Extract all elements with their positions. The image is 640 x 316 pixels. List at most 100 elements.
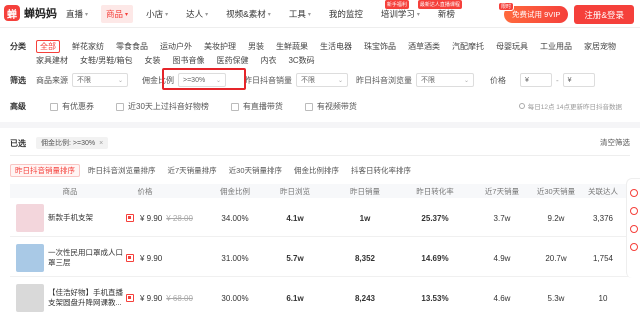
views-cell: 6.1w <box>286 293 304 303</box>
price-min-input[interactable]: ¥ <box>520 73 552 87</box>
chevron-down-icon: ⌄ <box>463 77 469 84</box>
category-item[interactable]: 图书音像 <box>172 55 204 66</box>
category-item[interactable]: 内衣 <box>260 55 276 66</box>
commission-highlight <box>162 68 246 90</box>
sort-tab-conversion[interactable]: 抖客日转化率排序 <box>347 164 415 177</box>
store-icon[interactable] <box>126 294 134 302</box>
close-icon[interactable]: × <box>99 140 103 147</box>
category-item[interactable]: 3C数码 <box>288 55 314 66</box>
category-item[interactable]: 母婴玩具 <box>496 41 528 52</box>
sort-tab-commission[interactable]: 佣金比例排序 <box>290 164 343 177</box>
views-cell: 4.1w <box>286 213 304 223</box>
sort-tab-yesterday-views[interactable]: 昨日抖音浏览量排序 <box>84 164 160 177</box>
sort-tab-30day-sales[interactable]: 近30天销量排序 <box>225 164 286 177</box>
product-name[interactable]: 一次性民用口罩成人口罩三层 <box>48 239 128 277</box>
table-row[interactable]: 【佳浩好物】手机直播支架圆盘升降网课教... ¥ 9.90 ¥ 68.00 30… <box>10 279 630 316</box>
nav-shops[interactable]: 小店 ▾ <box>146 8 168 20</box>
sort-tabs: 昨日抖音销量排序 昨日抖音浏览量排序 近7天销量排序 近30天销量排序 佣金比例… <box>10 164 419 177</box>
nav-rankings[interactable]: 最新达人直播课程 新榜 <box>417 0 462 20</box>
category-item[interactable]: 医药保健 <box>216 55 248 66</box>
coupon-checkbox[interactable]: 有优惠券 <box>50 101 94 112</box>
header-views[interactable]: 昨日浏览 <box>265 186 325 197</box>
header-creators[interactable]: 关联达人 <box>576 186 630 197</box>
category-item[interactable]: 珠宝饰品 <box>364 41 396 52</box>
live-checkbox[interactable]: 有直播带货 <box>230 101 283 112</box>
header-price: 价格 <box>137 186 153 196</box>
advanced-label: 高级 <box>10 102 26 111</box>
source-select[interactable]: 不限 ⌄ <box>72 73 128 87</box>
commission-filter-chip[interactable]: 佣金比例: >=30% × <box>36 137 109 149</box>
chevron-down-icon: ▾ <box>85 11 89 18</box>
chevron-down-icon: ▾ <box>307 11 311 18</box>
clear-filters-link[interactable]: 清空筛选 <box>600 137 630 148</box>
store-icon[interactable] <box>126 214 134 222</box>
category-item[interactable]: 男装 <box>248 41 264 52</box>
product-name[interactable]: 新款手机支架 <box>48 199 128 237</box>
qrcode-icon[interactable] <box>629 225 638 233</box>
price-max-input[interactable]: ¥ <box>562 73 595 87</box>
table-row[interactable]: 一次性民用口罩成人口罩三层 ¥ 9.90 31.00% 5.7w 8,352 1… <box>10 239 630 277</box>
nav-videos[interactable]: 视频&素材 ▾ <box>226 8 271 20</box>
sort-tab-7day-sales[interactable]: 近7天销量排序 <box>164 164 221 177</box>
nav-monitor[interactable]: 我的监控 <box>329 8 363 20</box>
category-item[interactable]: 鲜花家纺 <box>72 41 104 52</box>
store-icon[interactable] <box>126 254 134 262</box>
info-icon <box>518 103 525 109</box>
checkbox-icon <box>116 102 124 111</box>
ranklist-checkbox[interactable]: 近30天上过抖音好物榜 <box>116 101 209 112</box>
nav-products[interactable]: 商品 ▾ <box>101 5 134 23</box>
price-cell: ¥ 9.90 <box>126 239 206 277</box>
yesterday-views-select[interactable]: 不限 ⌄ <box>416 73 474 87</box>
category-item[interactable]: 酒草酒类 <box>408 41 440 52</box>
divider <box>0 122 640 128</box>
chat-icon[interactable] <box>629 189 638 197</box>
phone-icon[interactable] <box>629 207 638 215</box>
creators-cell: 1,754 <box>592 253 614 263</box>
top-nav: 蝉 蝉妈妈 直播 ▾ 商品 ▾ 小店 ▾ 达人 ▾ 视频&素材 ▾ 工具 ▾ 我的监控 新手… <box>0 0 640 28</box>
sort-tab-yesterday-sales[interactable]: 昨日抖音销量排序 <box>10 164 80 177</box>
price-cell: ¥ 9.90 ¥ 28.00 <box>126 199 206 237</box>
product-name[interactable]: 【佳浩好物】手机直播支架圆盘升降网课教... <box>48 279 128 316</box>
help-icon[interactable] <box>629 243 638 251</box>
logo-text: 蝉妈妈 <box>24 8 57 20</box>
table-row[interactable]: 新款手机支架 ¥ 9.90 ¥ 28.00 34.00% 4.1w 1w 25.… <box>10 199 630 237</box>
category-item[interactable]: 美妆护理 <box>204 41 236 52</box>
nav-training[interactable]: 新手福利 培训学习 ▾ <box>381 0 420 20</box>
product-thumbnail[interactable] <box>16 204 44 232</box>
selected-row: 已选 佣金比例: >=30% × <box>10 137 109 149</box>
video-checkbox[interactable]: 有视频带货 <box>304 101 357 112</box>
category-item[interactable]: 家居宠物 <box>584 41 616 52</box>
header-sales[interactable]: 昨日销量 <box>335 186 395 197</box>
category-all[interactable]: 全部 <box>36 40 60 53</box>
free-trial-button[interactable]: 限时 免费试用 9VIP <box>497 2 569 23</box>
category-item[interactable]: 女鞋/男鞋/箱包 <box>80 55 132 66</box>
product-thumbnail[interactable] <box>16 244 44 272</box>
category-item[interactable]: 家具建材 <box>36 55 68 66</box>
header-commission[interactable]: 佣金比例 <box>205 186 265 197</box>
category-item[interactable]: 生活电器 <box>320 41 352 52</box>
category-item[interactable]: 运动户外 <box>160 41 192 52</box>
creators-cell: 3,376 <box>592 213 614 223</box>
top-actions: 限时 免费试用 9VIP 注册&登录 <box>497 2 634 24</box>
logo[interactable]: 蝉 蝉妈妈 <box>4 5 57 21</box>
chevron-down-icon: ⌄ <box>337 77 343 84</box>
category-item[interactable]: 生鲜蔬果 <box>276 41 308 52</box>
login-button[interactable]: 注册&登录 <box>574 5 634 24</box>
yesterday-sales-select[interactable]: 不限 ⌄ <box>296 73 348 87</box>
nav-live[interactable]: 直播 ▾ <box>66 8 88 20</box>
views-cell: 5.7w <box>286 253 304 263</box>
header-7day[interactable]: 近7天销量 <box>472 186 532 197</box>
chevron-down-icon: ▾ <box>205 11 209 18</box>
product-thumbnail[interactable] <box>16 284 44 312</box>
nav-tools[interactable]: 工具 ▾ <box>289 8 311 20</box>
commission-cell: 30.00% <box>221 293 249 303</box>
nav-creators[interactable]: 达人 ▾ <box>186 8 208 20</box>
category-item[interactable]: 女装 <box>144 55 160 66</box>
header-conversion[interactable]: 昨日转化率 <box>405 186 465 197</box>
category-label: 分类 <box>10 42 26 51</box>
header-product: 商品 <box>62 186 78 196</box>
category-item[interactable]: 汽配摩托 <box>452 41 484 52</box>
category-item[interactable]: 工业用品 <box>540 41 572 52</box>
category-item[interactable]: 零食食品 <box>116 41 148 52</box>
advanced-row: 高级 有优惠券 近30天上过抖音好物榜 有直播带货 有视频带货 <box>10 101 379 112</box>
